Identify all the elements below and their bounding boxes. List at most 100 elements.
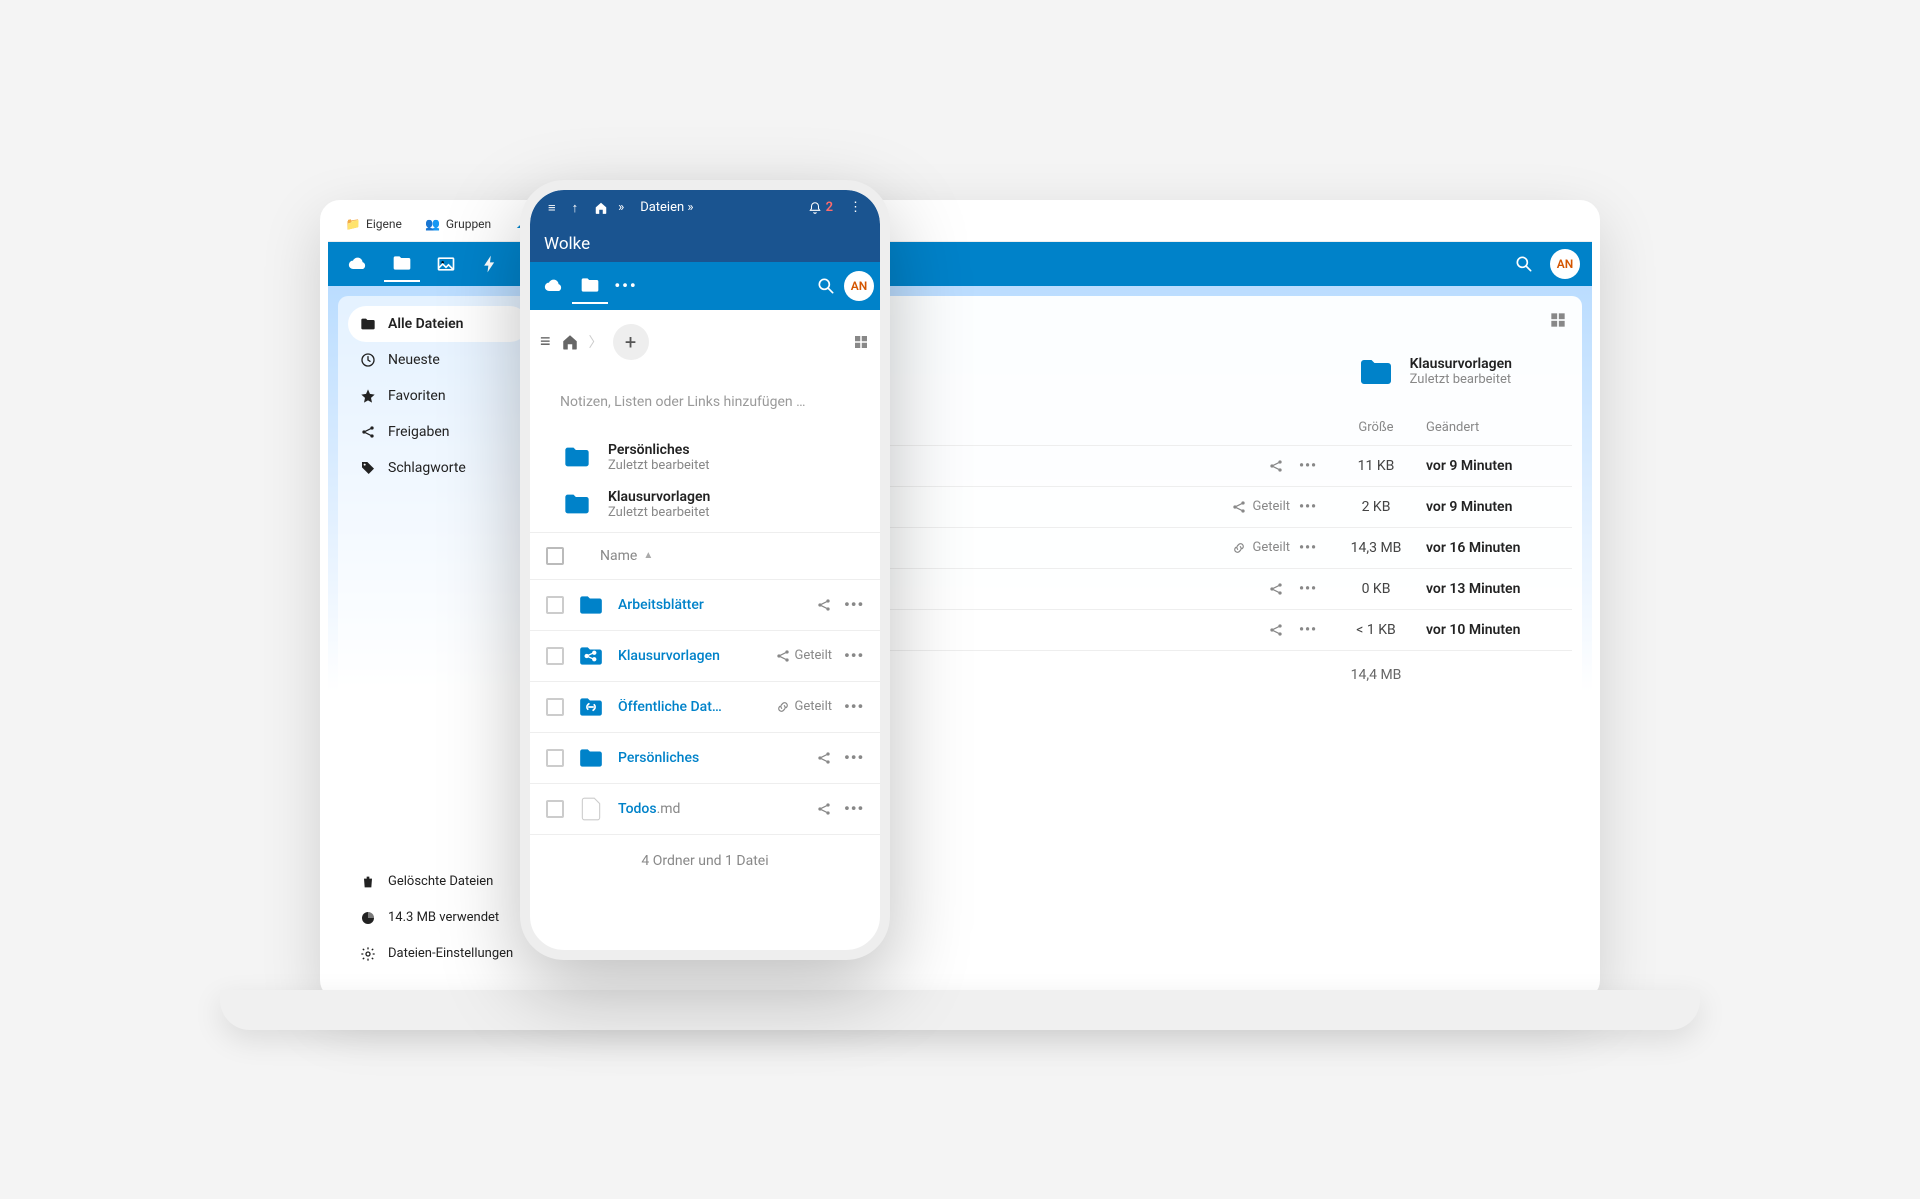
more-icon[interactable]: ••• — [844, 799, 864, 818]
phone-topbar: ••• AN — [530, 262, 880, 310]
nav-gallery-icon[interactable] — [428, 246, 464, 282]
file-modified: vor 16 Minuten — [1426, 540, 1556, 556]
avatar[interactable]: AN — [844, 271, 874, 301]
share-status[interactable]: Geteilt — [1231, 499, 1290, 515]
phone-breadcrumb: ≡ 〉 + — [530, 310, 880, 374]
nav-more-icon[interactable]: ••• — [608, 268, 644, 304]
nav-activity-icon[interactable] — [472, 246, 508, 282]
more-icon[interactable]: ••• — [1290, 458, 1326, 474]
share-status[interactable]: Geteilt — [775, 699, 832, 715]
col-size[interactable]: Größe — [1326, 420, 1426, 435]
recent-title: Klausurvorlagen — [1410, 356, 1512, 372]
sidebar-trash[interactable]: Gelöschte Dateien — [348, 864, 528, 900]
share-status[interactable]: Geteilt — [1231, 540, 1290, 556]
row-checkbox[interactable] — [546, 698, 564, 716]
phone-recent: PersönlichesZuletzt bearbeitet Klausurvo… — [530, 430, 880, 532]
view-grid-icon[interactable] — [852, 333, 870, 351]
nav-cloud-icon[interactable] — [536, 268, 572, 304]
recent-title: Klausurvorlagen — [608, 489, 710, 505]
sidebar-item-favorites[interactable]: Favoriten — [348, 378, 528, 414]
search-icon[interactable] — [808, 268, 844, 304]
overflow-icon[interactable]: ⋮ — [841, 200, 870, 215]
sidebar-item-label: Favoriten — [388, 388, 446, 404]
breadcrumb-files[interactable]: Dateien » — [632, 200, 701, 215]
more-icon[interactable]: ••• — [1290, 622, 1326, 638]
nav-files-icon[interactable] — [572, 268, 608, 304]
sidebar-item-label: Gelöschte Dateien — [388, 874, 493, 889]
sidebar-item-recent[interactable]: Neueste — [348, 342, 528, 378]
file-modified: vor 9 Minuten — [1426, 458, 1556, 474]
more-icon[interactable]: ••• — [844, 697, 864, 716]
select-all-checkbox[interactable] — [546, 547, 564, 565]
sidebar-item-label: 14.3 MB verwendet — [388, 910, 499, 925]
more-icon[interactable]: ••• — [1290, 499, 1326, 515]
share-status[interactable]: Geteilt — [775, 648, 832, 664]
home-icon[interactable]: » — [586, 200, 632, 215]
browser-tab-groups[interactable]: 👥 Gruppen — [416, 211, 501, 237]
nav-cloud-icon[interactable] — [340, 246, 376, 282]
share-status[interactable] — [816, 750, 832, 766]
file-size: 2 KB — [1326, 499, 1426, 515]
avatar[interactable]: AN — [1550, 249, 1580, 279]
file-size: 0 KB — [1326, 581, 1426, 597]
share-status[interactable] — [816, 597, 832, 613]
share-status[interactable] — [816, 801, 832, 817]
file-name: Todos.md — [618, 801, 804, 817]
share-label: Geteilt — [1253, 499, 1290, 514]
phone-frame: ≡ ↑ » Dateien » 2 ⋮ Wolke ••• AN ≡ 〉 — [520, 180, 890, 960]
file-icon — [576, 796, 606, 822]
share-status[interactable] — [1268, 581, 1290, 597]
share-status[interactable] — [1268, 458, 1290, 474]
row-checkbox[interactable] — [546, 596, 564, 614]
recent-card[interactable]: PersönlichesZuletzt bearbeitet — [560, 434, 850, 481]
add-button[interactable]: + — [613, 324, 649, 360]
sidebar-item-label: Neueste — [388, 352, 440, 368]
sidebar-settings[interactable]: Dateien-Einstellungen — [348, 936, 528, 972]
file-row[interactable]: Todos.md ••• — [530, 784, 880, 835]
view-grid-icon[interactable] — [1548, 310, 1568, 330]
sidebar-item-label: Dateien-Einstellungen — [388, 946, 513, 961]
folder-icon — [560, 490, 594, 518]
share-label: Geteilt — [1253, 540, 1290, 555]
hamburger-icon[interactable]: ≡ — [540, 200, 564, 216]
file-name: Klausurvorlagen — [618, 648, 763, 664]
recent-sub: Zuletzt bearbeitet — [608, 505, 710, 520]
row-checkbox[interactable] — [546, 749, 564, 767]
notes-placeholder[interactable]: Notizen, Listen oder Links hinzufügen … — [530, 374, 880, 430]
more-icon[interactable]: ••• — [844, 646, 864, 665]
home-icon[interactable] — [561, 333, 579, 351]
file-modified: vor 10 Minuten — [1426, 622, 1556, 638]
col-name[interactable]: Name — [600, 548, 637, 564]
row-checkbox[interactable] — [546, 647, 564, 665]
sidebar-item-label: Freigaben — [388, 424, 450, 440]
share-status[interactable] — [1268, 622, 1290, 638]
more-icon[interactable]: ••• — [844, 595, 864, 614]
row-checkbox[interactable] — [546, 800, 564, 818]
sidebar-item-shares[interactable]: Freigaben — [348, 414, 528, 450]
recent-title: Persönliches — [608, 442, 710, 458]
tab-label: Gruppen — [446, 217, 491, 231]
notifications[interactable]: 2 — [800, 200, 841, 215]
more-icon[interactable]: ••• — [1290, 540, 1326, 556]
tab-label: Eigene — [366, 217, 402, 231]
search-icon[interactable] — [1506, 246, 1542, 282]
file-size: 14,3 MB — [1326, 540, 1426, 556]
col-modified[interactable]: Geändert — [1426, 420, 1556, 435]
more-icon[interactable]: ••• — [1290, 581, 1326, 597]
sidebar-item-all-files[interactable]: Alle Dateien — [348, 306, 528, 342]
browser-tab-own[interactable]: 📁Eigene — [336, 211, 412, 237]
recent-card[interactable]: KlausurvorlagenZuletzt bearbeitet — [560, 481, 850, 528]
file-row[interactable]: Persönliches ••• — [530, 733, 880, 784]
groups-icon: 👥 — [426, 217, 440, 231]
up-icon[interactable]: ↑ — [564, 200, 587, 216]
file-row[interactable]: Klausurvorlagen Geteilt ••• — [530, 631, 880, 682]
more-icon[interactable]: ••• — [844, 748, 864, 767]
app-topbar: AN — [328, 242, 1592, 286]
file-row[interactable]: Arbeitsblätter ••• — [530, 580, 880, 631]
file-row[interactable]: Öffentliche Dat… Geteilt ••• — [530, 682, 880, 733]
hamburger-icon[interactable]: ≡ — [540, 331, 551, 352]
recent-card[interactable]: KlausurvorlagenZuletzt bearbeitet — [1354, 354, 1512, 390]
sidebar-item-tags[interactable]: Schlagworte — [348, 450, 528, 486]
nav-files-icon[interactable] — [384, 246, 420, 282]
file-name: Persönliches — [618, 750, 804, 766]
